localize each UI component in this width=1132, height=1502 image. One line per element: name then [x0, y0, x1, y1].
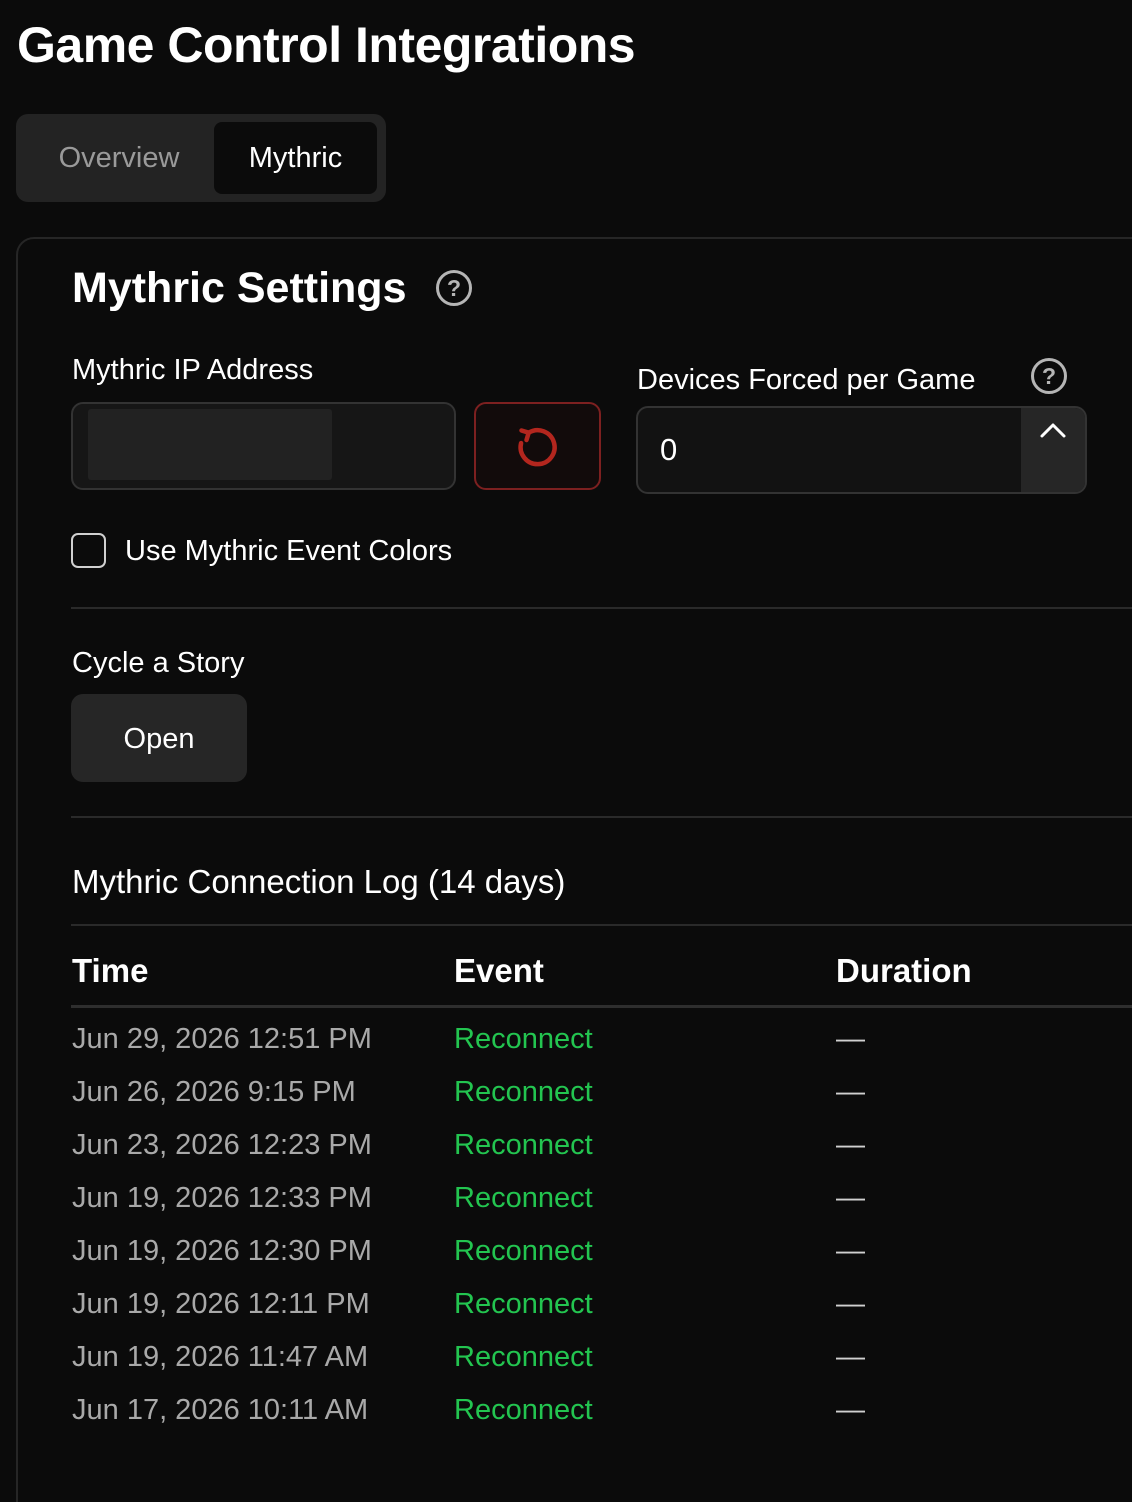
use-event-colors-label[interactable]: Use Mythric Event Colors [125, 533, 452, 569]
table-row: Jun 29, 2026 12:51 PM Reconnect — [0, 1018, 1132, 1071]
tab-mythric[interactable]: Mythric [214, 122, 377, 194]
tab-overview[interactable]: Overview [24, 122, 214, 194]
column-header-duration: Duration [836, 952, 972, 989]
table-row: Jun 19, 2026 12:30 PM Reconnect — [0, 1230, 1132, 1283]
row-event: Reconnect [454, 1341, 593, 1373]
row-duration: — [836, 1235, 865, 1267]
table-row: Jun 23, 2026 12:23 PM Reconnect — [0, 1124, 1132, 1177]
row-time: Jun 19, 2026 12:11 PM [72, 1288, 370, 1320]
table-row: Jun 26, 2026 9:15 PM Reconnect — [0, 1071, 1132, 1124]
row-event: Reconnect [454, 1076, 593, 1108]
divider [71, 816, 1132, 818]
table-row: Jun 19, 2026 12:11 PM Reconnect — [0, 1283, 1132, 1336]
table-row: Jun 17, 2026 10:11 AM Reconnect — [0, 1389, 1132, 1442]
devices-forced-label: Devices Forced per Game [637, 364, 976, 396]
column-header-time: Time [72, 952, 149, 989]
row-event: Reconnect [454, 1182, 593, 1214]
increment-stepper[interactable] [1021, 408, 1085, 492]
table-row: Jun 19, 2026 12:33 PM Reconnect — [0, 1177, 1132, 1230]
page: Game Control Integrations Overview Mythr… [0, 0, 1132, 1502]
column-header-event: Event [454, 952, 544, 989]
chevron-up-icon [1040, 423, 1066, 438]
row-time: Jun 29, 2026 12:51 PM [72, 1023, 372, 1055]
cycle-story-label: Cycle a Story [72, 647, 245, 679]
page-title: Game Control Integrations [17, 17, 636, 73]
row-duration: — [836, 1394, 865, 1426]
row-duration: — [836, 1341, 865, 1373]
row-time: Jun 23, 2026 12:23 PM [72, 1129, 372, 1161]
connection-log-title: Mythric Connection Log (14 days) [72, 863, 566, 900]
row-duration: — [836, 1129, 865, 1161]
row-event: Reconnect [454, 1023, 593, 1055]
row-event: Reconnect [454, 1394, 593, 1426]
question-circle-icon[interactable]: ? [1031, 358, 1067, 394]
question-circle-icon[interactable]: ? [436, 270, 472, 306]
row-duration: — [836, 1182, 865, 1214]
use-event-colors-checkbox[interactable] [71, 533, 106, 568]
open-button[interactable]: Open [71, 694, 247, 782]
refresh-icon [518, 427, 557, 467]
log-table-body: Jun 29, 2026 12:51 PM Reconnect — Jun 26… [0, 1018, 1132, 1442]
ip-address-label: Mythric IP Address [72, 354, 314, 386]
row-duration: — [836, 1023, 865, 1055]
ip-address-redaction [88, 409, 332, 480]
row-event: Reconnect [454, 1235, 593, 1267]
reset-ip-button[interactable] [474, 402, 601, 490]
row-time: Jun 17, 2026 10:11 AM [72, 1394, 369, 1426]
tab-bar: Overview Mythric [16, 114, 386, 202]
table-row: Jun 19, 2026 11:47 AM Reconnect — [0, 1336, 1132, 1389]
row-event: Reconnect [454, 1288, 593, 1320]
row-time: Jun 19, 2026 12:33 PM [72, 1182, 372, 1214]
divider [71, 607, 1132, 609]
row-duration: — [836, 1076, 865, 1108]
row-duration: — [836, 1288, 865, 1320]
divider [71, 924, 1132, 926]
section-title: Mythric Settings [72, 264, 407, 312]
row-time: Jun 19, 2026 12:30 PM [72, 1235, 372, 1267]
row-time: Jun 19, 2026 11:47 AM [72, 1341, 369, 1373]
table-header-divider [71, 1005, 1132, 1008]
row-event: Reconnect [454, 1129, 593, 1161]
row-time: Jun 26, 2026 9:15 PM [72, 1076, 356, 1108]
devices-forced-value: 0 [660, 432, 678, 467]
devices-forced-input[interactable]: 0 [636, 406, 1087, 494]
